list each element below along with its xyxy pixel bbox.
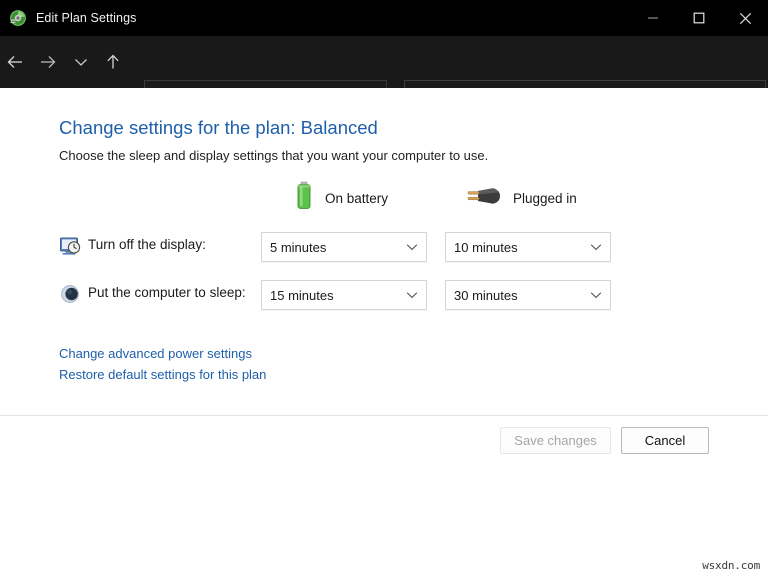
battery-icon <box>294 181 314 216</box>
display-on-battery-value: 5 minutes <box>270 239 327 255</box>
footer-bar: Save changes Cancel <box>0 416 768 455</box>
change-advanced-power-settings-link[interactable]: Change advanced power settings <box>59 346 252 361</box>
display-plugged-in-value: 10 minutes <box>454 239 518 255</box>
power-plug-icon <box>466 184 502 213</box>
chevron-down-icon[interactable] <box>584 243 608 251</box>
sleep-on-battery-select[interactable]: 15 minutes <box>261 280 427 310</box>
cancel-button[interactable]: Cancel <box>621 427 709 454</box>
column-header-plugged-in: Plugged in <box>466 184 577 212</box>
display-clock-icon <box>59 235 81 257</box>
navigation-bar: « P... › Edit ... <box>0 36 768 116</box>
close-icon[interactable] <box>722 0 768 36</box>
save-changes-button[interactable]: Save changes <box>500 427 611 454</box>
column-label-on-battery: On battery <box>325 190 389 206</box>
display-on-battery-select[interactable]: 5 minutes <box>261 232 427 262</box>
back-arrow-icon[interactable] <box>0 46 30 78</box>
title-bar: Edit Plan Settings <box>0 0 768 36</box>
up-arrow-icon[interactable] <box>98 46 128 78</box>
chevron-down-icon[interactable] <box>400 291 424 299</box>
maximize-icon[interactable] <box>676 0 722 36</box>
sleep-plugged-in-value: 30 minutes <box>454 287 518 303</box>
chevron-down-icon[interactable] <box>400 243 424 251</box>
main-content: Change settings for the plan: Balanced C… <box>0 88 768 415</box>
power-plan-icon <box>9 9 27 27</box>
sleep-plugged-in-select[interactable]: 30 minutes <box>445 280 611 310</box>
minimize-icon[interactable] <box>630 0 676 36</box>
sleep-on-battery-value: 15 minutes <box>270 287 334 303</box>
sleep-moon-icon <box>59 283 81 305</box>
chevron-down-icon[interactable] <box>584 291 608 299</box>
recent-locations-chevron-icon[interactable] <box>66 46 96 78</box>
settings-row-display: Turn off the display: 5 minutes 10 minut… <box>0 232 768 262</box>
desktop-background: wsxdn.com <box>0 455 768 576</box>
page-subtitle: Choose the sleep and display settings th… <box>59 148 489 163</box>
column-label-plugged-in: Plugged in <box>513 190 577 206</box>
watermark: wsxdn.com <box>702 559 760 572</box>
page-title: Change settings for the plan: Balanced <box>59 117 378 138</box>
restore-default-settings-link[interactable]: Restore default settings for this plan <box>59 367 266 382</box>
row-label-display: Turn off the display: <box>88 237 206 252</box>
column-header-on-battery: On battery <box>294 181 389 212</box>
settings-row-sleep: Put the computer to sleep: 15 minutes 30… <box>0 280 768 310</box>
display-plugged-in-select[interactable]: 10 minutes <box>445 232 611 262</box>
window-title: Edit Plan Settings <box>36 11 137 25</box>
row-label-sleep: Put the computer to sleep: <box>88 285 246 300</box>
forward-arrow-icon[interactable] <box>33 46 63 78</box>
window-controls <box>630 0 768 36</box>
edit-plan-settings-window: Edit Plan Settings Change settings for t… <box>0 0 768 455</box>
